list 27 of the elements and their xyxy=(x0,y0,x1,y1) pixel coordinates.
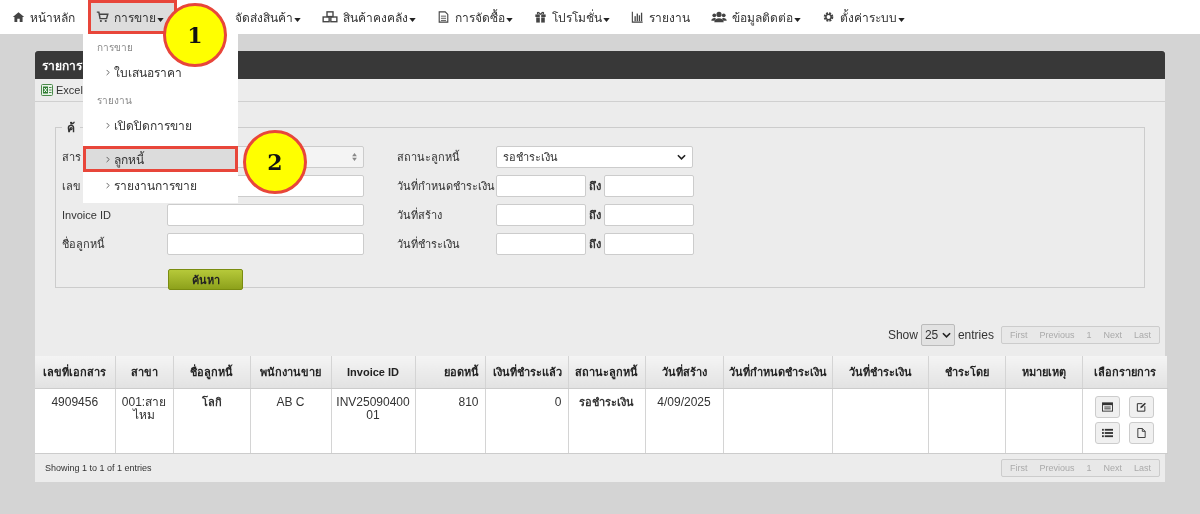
menu-section-heading: รายงาน xyxy=(96,94,133,108)
table-cell: 810 xyxy=(415,388,485,454)
entries-label: entries xyxy=(957,328,994,342)
field-label: สาร xyxy=(62,150,81,165)
table-cell: 4/09/2025 xyxy=(645,388,723,454)
table-cell: AB C xyxy=(250,388,331,454)
range-to-label: ถึง xyxy=(588,208,602,223)
table-cell: รอชำระเงิน xyxy=(568,388,645,454)
field-label: สถานะลูกหนี้ xyxy=(397,149,461,166)
field-label: วันที่กำหนดชำระเงิน xyxy=(397,177,496,194)
field-label: วันที่สร้าง xyxy=(397,206,443,223)
table-cell: โลกิ xyxy=(173,388,250,454)
field-label: ชื่อลูกหนี้ xyxy=(62,235,105,253)
table-cell: 001:สายไหม xyxy=(115,388,173,454)
panel-title: รายการ xyxy=(42,57,82,75)
show-label: Show xyxy=(887,328,918,342)
table-info: Showing 1 to 1 of 1 entries xyxy=(45,463,152,473)
table-cell: 0 xyxy=(485,388,568,454)
field-label: วันที่ชำระเงิน xyxy=(397,235,461,252)
range-to-label: ถึง xyxy=(588,237,602,252)
range-to-label: ถึง xyxy=(588,179,602,194)
table-cell: INV2509040001 xyxy=(331,388,415,454)
field-label: Invoice ID xyxy=(62,209,111,221)
table-cell: 4909456 xyxy=(35,388,115,454)
menu-section-heading: การขาย xyxy=(96,41,134,55)
field-label: เลข xyxy=(62,179,81,194)
search-legend: ค้ xyxy=(62,118,80,137)
